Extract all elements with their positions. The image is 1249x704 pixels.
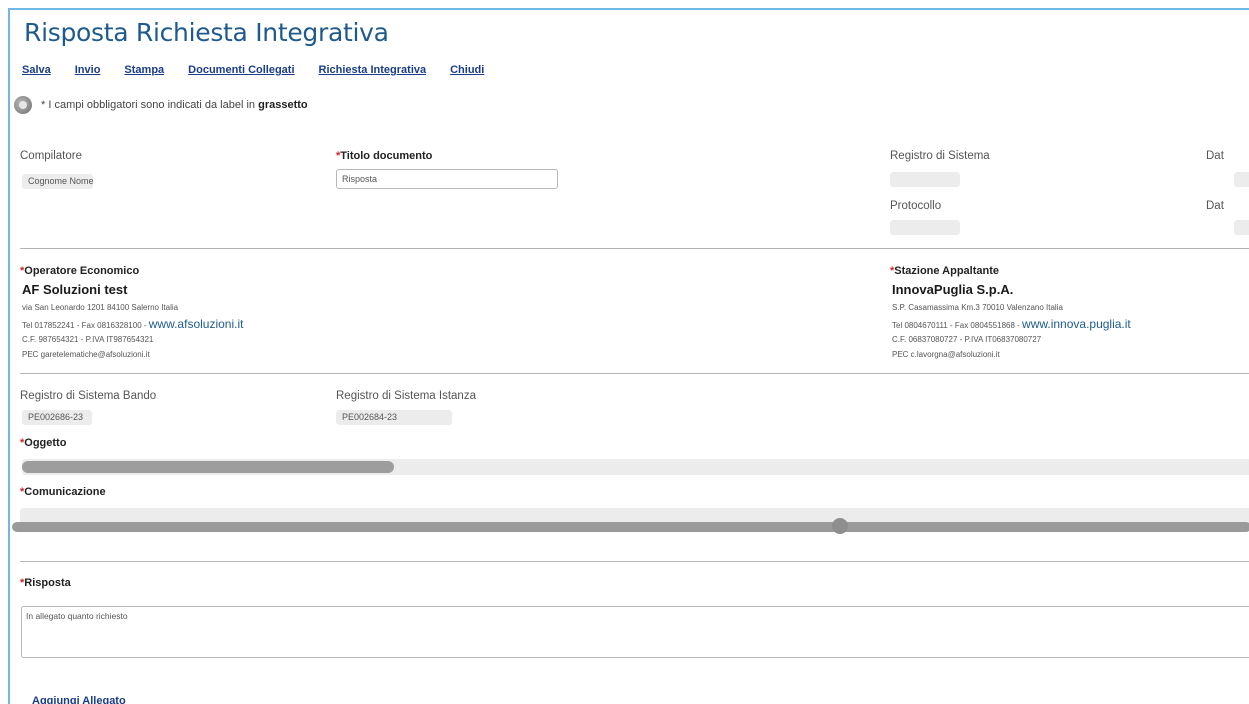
divider <box>20 373 1249 374</box>
oggetto-label: *Oggetto <box>20 437 66 449</box>
stazione-contacts: Tel 0804670111 - Fax 0804551868 - www.in… <box>892 317 1131 331</box>
registro-bando-label: Registro di Sistema Bando <box>20 390 157 402</box>
operatore-pec: PEC garetelematiche@afsoluzioni.it <box>22 350 150 359</box>
risposta-label: *Risposta <box>20 577 71 589</box>
comunicazione-label: *Comunicazione <box>20 486 106 498</box>
page-title: Risposta Richiesta Integrativa <box>24 18 389 47</box>
titolo-documento-input[interactable]: Risposta <box>336 169 558 189</box>
operatore-contacts: Tel 017852241 - Fax 0816328100 - www.afs… <box>22 317 243 331</box>
operatore-website[interactable]: www.afsoluzioni.it <box>149 317 244 331</box>
toolbar: Salva Invio Stampa Documenti Collegati R… <box>22 64 508 76</box>
risposta-label-text: Risposta <box>24 577 71 589</box>
compilatore-value: Cognome Nome <box>22 174 94 189</box>
oggetto-label-text: Oggetto <box>24 437 67 449</box>
registro-istanza-label: Registro di Sistema Istanza <box>336 390 476 402</box>
stampa-link[interactable]: Stampa <box>124 64 164 76</box>
document-frame: Risposta Richiesta Integrativa Salva Inv… <box>8 8 1249 704</box>
oggetto-scrollbar[interactable] <box>22 461 394 473</box>
required-fields-note: * I campi obbligatori sono indicati da l… <box>14 96 308 114</box>
stazione-label-text: Stazione Appaltante <box>894 265 999 277</box>
data-label-2: Dat <box>1206 200 1224 212</box>
scroll-handle[interactable] <box>832 518 848 534</box>
stazione-address: S.P. Casamassima Km.3 70010 Valenzano It… <box>892 303 1063 312</box>
note-text: * I campi obbligatori sono indicati da l… <box>41 99 256 111</box>
data-label-1: Dat <box>1206 150 1224 162</box>
protocollo-label: Protocollo <box>890 200 942 212</box>
registro-sistema-value <box>890 172 960 187</box>
operatore-contacts-text: Tel 017852241 - Fax 0816328100 - <box>22 321 149 330</box>
data-value-1 <box>1234 172 1249 187</box>
stazione-contacts-text: Tel 0804670111 - Fax 0804551868 - <box>892 321 1023 330</box>
divider <box>20 248 1249 249</box>
invio-link[interactable]: Invio <box>75 64 101 76</box>
risposta-textarea[interactable]: In allegato quanto richiesto <box>21 606 1249 658</box>
operatore-label-text: Operatore Economico <box>24 265 140 277</box>
salva-link[interactable]: Salva <box>22 64 51 76</box>
registro-sistema-label: Registro di Sistema <box>890 150 990 162</box>
comunicazione-scrollbar[interactable] <box>12 522 1249 532</box>
info-icon[interactable] <box>14 96 32 114</box>
documenti-collegati-link[interactable]: Documenti Collegati <box>188 64 294 76</box>
chiudi-link[interactable]: Chiudi <box>450 64 484 76</box>
divider <box>20 561 1249 562</box>
stazione-website[interactable]: www.innova.puglia.it <box>1022 317 1131 331</box>
titolo-documento-label-text: Titolo documento <box>340 150 433 162</box>
protocollo-value <box>890 220 960 235</box>
registro-bando-value: PE002686-23 <box>22 410 92 425</box>
stazione-pec: PEC c.lavorgna@afsoluzioni.it <box>892 350 1000 359</box>
titolo-documento-label: *Titolo documento <box>336 150 432 162</box>
compilatore-label: Compilatore <box>20 150 82 162</box>
data-value-2 <box>1234 220 1249 235</box>
stazione-label: *Stazione Appaltante <box>890 265 999 277</box>
stazione-tax: C.F. 06837080727 - P.IVA IT06837080727 <box>892 335 1042 344</box>
note-bold: grassetto <box>258 99 308 111</box>
stazione-name: InnovaPuglia S.p.A. <box>892 282 1014 297</box>
operatore-label: *Operatore Economico <box>20 265 139 277</box>
operatore-name: AF Soluzioni test <box>22 282 128 297</box>
registro-istanza-value: PE002684-23 <box>336 410 452 425</box>
richiesta-integrativa-link[interactable]: Richiesta Integrativa <box>319 64 427 76</box>
operatore-address: via San Leonardo 1201 84100 Salerno Ital… <box>22 303 179 312</box>
operatore-tax: C.F. 987654321 - P.IVA IT987654321 <box>22 335 154 344</box>
aggiungi-allegato-link[interactable]: Aggiungi Allegato <box>32 695 126 704</box>
comunicazione-label-text: Comunicazione <box>24 486 106 498</box>
